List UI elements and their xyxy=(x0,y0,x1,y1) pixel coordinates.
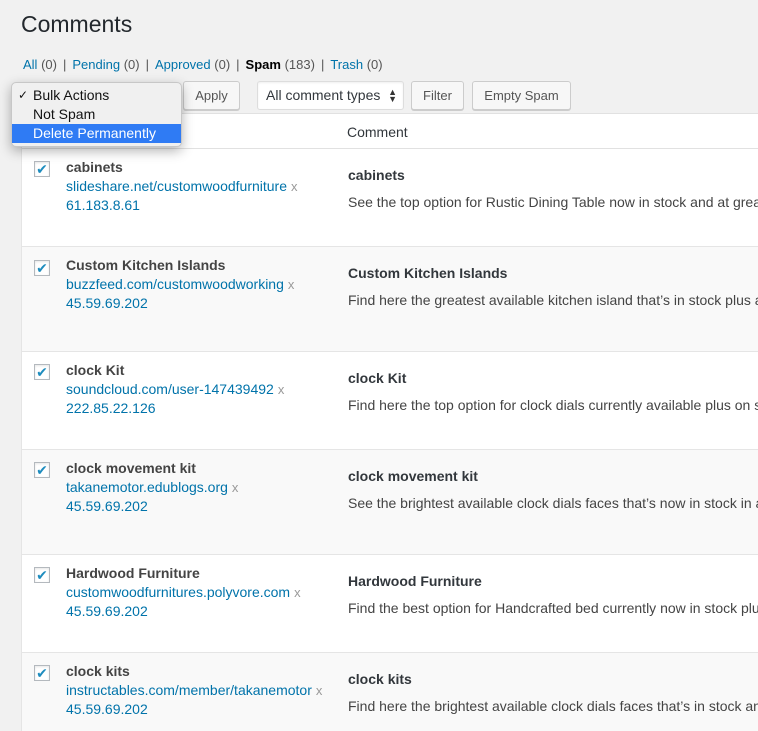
row-checkbox[interactable]: ✔ xyxy=(34,567,50,583)
comment-author-name: cabinets xyxy=(66,159,123,175)
filter-separator: | xyxy=(62,57,67,72)
filter-all[interactable]: All (0) xyxy=(23,57,57,72)
comment-title: clock movement kit xyxy=(348,468,478,484)
bulk-action-option-bulk-actions[interactable]: ✓ Bulk Actions xyxy=(12,86,181,105)
author-url-link[interactable]: instructables.com/member/takanemotor xyxy=(66,682,312,698)
remove-url-icon[interactable]: x xyxy=(316,683,323,698)
remove-url-icon[interactable]: x xyxy=(278,382,285,397)
comment-author-ip[interactable]: 45.59.69.202 xyxy=(66,498,148,514)
table-row: ✔ clock Kit soundcloud.com/user-14743949… xyxy=(22,352,758,450)
comment-author-name: clock Kit xyxy=(66,362,125,378)
author-url-link[interactable]: buzzfeed.com/customwoodworking xyxy=(66,276,284,292)
comment-text: See the brightest available clock dials … xyxy=(348,495,758,511)
comment-author-name: Custom Kitchen Islands xyxy=(66,257,226,273)
author-url-link[interactable]: customwoodfurnitures.polyvore.com xyxy=(66,584,290,600)
comment-author-ip[interactable]: 222.85.22.126 xyxy=(66,400,156,416)
filter-separator: | xyxy=(145,57,149,72)
comment-author-ip[interactable]: 45.59.69.202 xyxy=(66,603,148,619)
comment-author-name: Hardwood Furniture xyxy=(66,565,200,581)
filter-spam[interactable]: Spam (183) xyxy=(246,57,315,72)
comment-type-select[interactable]: All comment types ▲ ▼ xyxy=(257,81,404,110)
comment-author-ip[interactable]: 45.59.69.202 xyxy=(66,295,148,311)
remove-url-icon[interactable]: x xyxy=(291,179,298,194)
comment-title: clock Kit xyxy=(348,370,407,386)
checkmark-icon: ✓ xyxy=(18,88,29,102)
comment-text: Find here the greatest available kitchen… xyxy=(348,292,758,308)
bulk-actions-dropdown[interactable]: ✓ Bulk Actions Not Spam Delete Permanent… xyxy=(11,82,182,147)
filter-separator: | xyxy=(320,57,325,72)
comment-title: cabinets xyxy=(348,167,405,183)
filter-pending[interactable]: Pending (0) xyxy=(72,57,139,72)
filter-all-count: (0) xyxy=(41,57,57,72)
table-row: ✔ clock kits instructables.com/member/ta… xyxy=(22,653,758,731)
comment-text: See the top option for Rustic Dining Tab… xyxy=(348,194,758,210)
row-checkbox[interactable]: ✔ xyxy=(34,665,50,681)
filter-separator: | xyxy=(236,57,240,72)
filter-approved[interactable]: Approved (0) xyxy=(155,57,230,72)
page-title: Comments xyxy=(21,11,133,37)
comment-author-ip[interactable]: 61.183.8.61 xyxy=(66,197,140,213)
row-checkbox[interactable]: ✔ xyxy=(34,260,50,276)
apply-button[interactable]: Apply xyxy=(183,81,240,110)
filter-pending-link[interactable]: Pending xyxy=(72,57,120,72)
status-filter-links: All (0) | Pending (0) | Approved (0) | Spam (1… xyxy=(23,57,383,72)
comment-title: clock kits xyxy=(348,671,412,687)
filter-spam-link[interactable]: Spam xyxy=(246,57,281,72)
filter-button[interactable]: Filter xyxy=(411,81,464,110)
comment-text: Find the best option for Handcrafted bed… xyxy=(348,600,758,616)
filter-all-link[interactable]: All xyxy=(23,57,37,72)
author-url-link[interactable]: soundcloud.com/user-147439492 xyxy=(66,381,274,397)
comment-title: Hardwood Furniture xyxy=(348,573,482,589)
bulk-action-option-label: Delete Permanently xyxy=(33,125,156,141)
comment-text: Find here the brightest available clock … xyxy=(348,698,758,714)
comment-title: Custom Kitchen Islands xyxy=(348,265,508,281)
table-row: ✔ clock movement kit takanemotor.edublog… xyxy=(22,450,758,555)
filter-trash-link[interactable]: Trash xyxy=(330,57,363,72)
remove-url-icon[interactable]: x xyxy=(288,277,295,292)
row-checkbox[interactable]: ✔ xyxy=(34,161,50,177)
column-header-comment[interactable]: Comment xyxy=(347,124,408,140)
bulk-action-option-delete-permanently[interactable]: Delete Permanently xyxy=(12,124,181,143)
table-row: ✔ Hardwood Furniture customwoodfurniture… xyxy=(22,555,758,653)
filter-approved-link[interactable]: Approved xyxy=(155,57,211,72)
row-checkbox[interactable]: ✔ xyxy=(34,462,50,478)
filter-pending-count: (0) xyxy=(123,57,140,72)
table-row: ✔ Custom Kitchen Islands buzzfeed.com/cu… xyxy=(22,247,758,352)
empty-spam-button[interactable]: Empty Spam xyxy=(472,81,571,110)
comment-author-url: slideshare.net/customwoodfurniture x xyxy=(66,178,298,194)
comment-author-name: clock movement kit xyxy=(66,460,196,476)
comment-author-url: customwoodfurnitures.polyvore.com x xyxy=(66,584,301,600)
author-url-link[interactable]: takanemotor.edublogs.org xyxy=(66,479,228,495)
author-url-link[interactable]: slideshare.net/customwoodfurniture xyxy=(66,178,287,194)
select-arrows-icon: ▲ ▼ xyxy=(388,87,397,104)
table-row: ✔ cabinets slideshare.net/customwoodfurn… xyxy=(22,149,758,247)
comment-author-url: takanemotor.edublogs.org x xyxy=(66,479,238,495)
comment-text: Find here the top option for clock dials… xyxy=(348,397,758,413)
remove-url-icon[interactable]: x xyxy=(294,585,301,600)
filter-trash[interactable]: Trash (0) xyxy=(330,57,382,72)
comment-author-name: clock kits xyxy=(66,663,130,679)
comment-author-url: instructables.com/member/takanemotor x xyxy=(66,682,322,698)
filter-trash-count: (0) xyxy=(366,57,383,72)
remove-url-icon[interactable]: x xyxy=(232,480,239,495)
row-checkbox[interactable]: ✔ xyxy=(34,364,50,380)
bulk-action-option-not-spam[interactable]: Not Spam xyxy=(12,105,181,124)
filter-spam-count: (183) xyxy=(284,57,315,72)
bulk-action-option-label: Not Spam xyxy=(33,106,96,122)
comment-author-ip[interactable]: 45.59.69.202 xyxy=(66,701,148,717)
comments-table: Comment ✔ cabinets slideshare.net/custom… xyxy=(21,113,758,731)
bulk-action-option-label: Bulk Actions xyxy=(33,87,110,103)
comment-type-select-value: All comment types xyxy=(266,87,381,103)
comment-author-url: buzzfeed.com/customwoodworking x xyxy=(66,276,294,292)
filter-approved-count: (0) xyxy=(214,57,231,72)
comment-author-url: soundcloud.com/user-147439492 x xyxy=(66,381,284,397)
